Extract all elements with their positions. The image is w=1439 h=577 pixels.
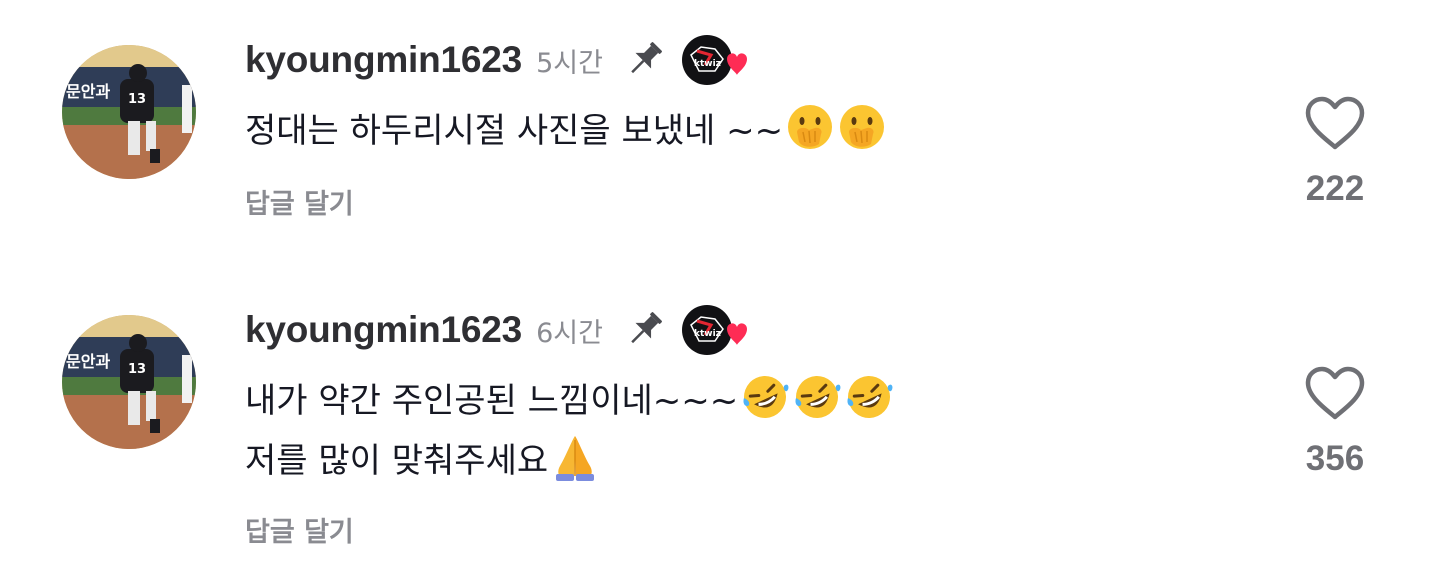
badge-logo-text: ktwiz [694, 329, 721, 339]
avatar[interactable]: 문안과 13 [62, 45, 196, 179]
rolling-on-the-floor-laughing-emoji [844, 372, 894, 422]
comment-header: kyoungmin1623 5시간 ktwiz [245, 33, 753, 87]
avatar[interactable]: 문안과 13 [62, 315, 196, 449]
comment-username[interactable]: kyoungmin1623 [245, 309, 522, 351]
comment-header: kyoungmin1623 6시간 ktwiz [245, 303, 753, 357]
like-button[interactable]: 356 [1290, 365, 1380, 479]
rolling-on-the-floor-laughing-emoji [792, 372, 842, 422]
comment-text-line: 정대는 하두리시절 사진을 보냈네 ~~ [245, 111, 784, 151]
svg-text:13: 13 [128, 92, 146, 107]
like-button[interactable]: 222 [1290, 95, 1380, 209]
face-with-hand-over-mouth-emoji [785, 102, 835, 152]
like-count: 222 [1305, 169, 1365, 208]
pin-icon [621, 37, 667, 83]
rolling-on-the-floor-laughing-emoji [740, 372, 790, 422]
comment-item: 문안과 13 kyoungmin1623 6시간 ktwiz 내가 약간 주인공… [0, 270, 1439, 577]
folded-hands-emoji [550, 432, 600, 482]
reply-button[interactable]: 답글 달기 [245, 510, 354, 549]
pin-icon [621, 307, 667, 353]
comment-text-line: 저를 많이 맞춰주세요 [245, 441, 549, 481]
heart-icon[interactable] [1304, 365, 1366, 421]
comment-item: 문안과 13 kyoungmin1623 5시간 ktwiz 정대는 하두리시절… [0, 0, 1439, 250]
comment-time: 5시간 [536, 47, 603, 79]
badge-logo-text: ktwiz [694, 59, 721, 69]
ktwiz-heart-badge-icon: ktwiz [681, 33, 753, 87]
like-count: 356 [1305, 439, 1365, 478]
comment-username[interactable]: kyoungmin1623 [245, 39, 522, 81]
svg-text:문안과: 문안과 [66, 352, 110, 371]
comment-text: 정대는 하두리시절 사진을 보냈네 ~~ [245, 101, 887, 161]
heart-icon[interactable] [1304, 95, 1366, 151]
comment-text: 내가 약간 주인공된 느낌이네~~~ 저를 많이 맞춰주세요 [245, 371, 894, 491]
face-with-hand-over-mouth-emoji [837, 102, 887, 152]
comment-text-line: 내가 약간 주인공된 느낌이네~~~ [245, 381, 739, 421]
svg-text:13: 13 [128, 362, 146, 377]
reply-button[interactable]: 답글 달기 [245, 182, 354, 221]
svg-text:문안과: 문안과 [66, 82, 110, 101]
comment-time: 6시간 [536, 317, 603, 349]
ktwiz-heart-badge-icon: ktwiz [681, 303, 753, 357]
